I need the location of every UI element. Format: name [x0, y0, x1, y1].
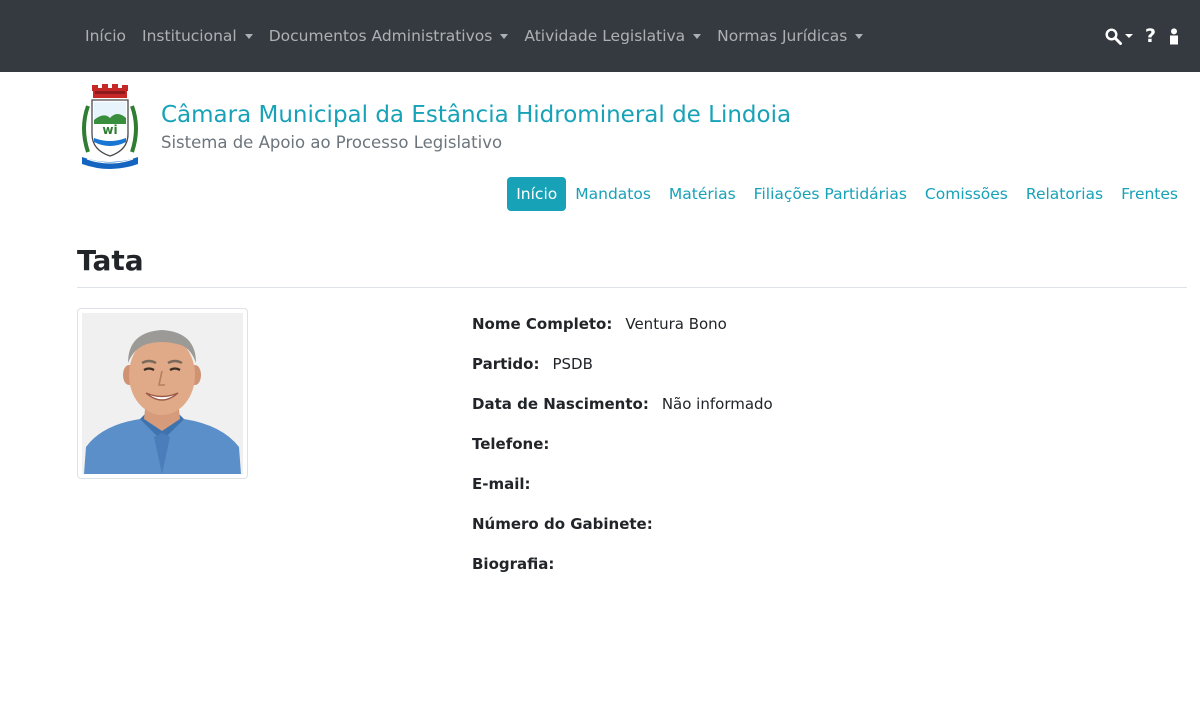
system-subtitle: Sistema de Apoio ao Processo Legislativo	[161, 133, 503, 152]
detail-row-nome-completo: Nome Completo: Ventura Bono	[472, 314, 773, 354]
menu-documentos-administrativos-label: Documentos Administrativos	[268, 27, 493, 45]
partido-value: PSDB	[552, 355, 593, 373]
chevron-down-icon	[1124, 34, 1133, 38]
svg-text:wi: wi	[102, 123, 117, 137]
main-menu: Início Institucional Documentos Administ…	[77, 0, 871, 72]
help-icon: ?	[1144, 25, 1156, 47]
menu-atividade-legislativa-label: Atividade Legislativa	[524, 27, 686, 45]
telefone-label: Telefone:	[472, 435, 550, 453]
numero-gabinete-label: Número do Gabinete:	[472, 515, 653, 533]
detail-row-email: E-mail:	[472, 474, 773, 514]
top-navbar: Início Institucional Documentos Administ…	[0, 0, 1200, 72]
tab-comissoes[interactable]: Comissões	[916, 177, 1017, 211]
detail-row-telefone: Telefone:	[472, 434, 773, 474]
data-nascimento-label: Data de Nascimento:	[472, 395, 649, 413]
detail-row-partido: Partido: PSDB	[472, 354, 773, 394]
biografia-label: Biografia:	[472, 555, 555, 573]
chevron-down-icon	[244, 33, 253, 39]
navbar-tools: ?	[1093, 0, 1180, 72]
detail-row-biografia: Biografia:	[472, 554, 773, 594]
menu-documentos-administrativos[interactable]: Documentos Administrativos	[261, 27, 517, 45]
menu-inicio-label: Início	[85, 27, 127, 45]
email-label: E-mail:	[472, 475, 531, 493]
menu-normas-juridicas-label: Normas Jurídicas	[717, 27, 848, 45]
chamber-title: Câmara Municipal da Estância Hidrominera…	[161, 102, 792, 128]
page-title: Tata	[77, 244, 144, 277]
menu-inicio[interactable]: Início	[77, 27, 134, 45]
chevron-down-icon	[693, 33, 702, 39]
title-divider	[77, 287, 1187, 288]
parliamentarian-photo-frame	[77, 308, 248, 479]
menu-institucional[interactable]: Institucional	[134, 27, 261, 45]
detail-row-numero-gabinete: Número do Gabinete:	[472, 514, 773, 554]
tab-mandatos[interactable]: Mandatos	[566, 177, 660, 211]
parliamentarian-details: Nome Completo: Ventura Bono Partido: PSD…	[472, 314, 773, 594]
search-dropdown-button[interactable]	[1105, 27, 1133, 45]
user-icon	[1170, 27, 1178, 44]
chevron-down-icon	[500, 33, 509, 39]
nome-completo-value: Ventura Bono	[625, 315, 727, 333]
partido-label: Partido:	[472, 355, 540, 373]
menu-normas-juridicas[interactable]: Normas Jurídicas	[709, 27, 871, 45]
municipal-coat-of-arms-icon: wi	[82, 84, 138, 169]
tab-filiacoes-partidarias[interactable]: Filiações Partidárias	[745, 177, 916, 211]
tab-inicio[interactable]: Início	[507, 177, 567, 211]
tab-relatorias[interactable]: Relatorias	[1017, 177, 1112, 211]
help-button[interactable]: ?	[1145, 25, 1156, 47]
menu-atividade-legislativa[interactable]: Atividade Legislativa	[516, 27, 709, 45]
menu-institucional-label: Institucional	[142, 27, 237, 45]
parliamentarian-tabs: Início Mandatos Matérias Filiações Parti…	[507, 177, 1187, 211]
parliamentarian-photo	[82, 313, 243, 474]
data-nascimento-value: Não informado	[661, 395, 773, 413]
user-button[interactable]	[1168, 27, 1180, 45]
tab-materias[interactable]: Matérias	[660, 177, 745, 211]
tab-frentes[interactable]: Frentes	[1112, 177, 1187, 211]
detail-row-data-nascimento: Data de Nascimento: Não informado	[472, 394, 773, 434]
chevron-down-icon	[855, 33, 864, 39]
search-icon	[1105, 27, 1122, 45]
nome-completo-label: Nome Completo:	[472, 315, 613, 333]
